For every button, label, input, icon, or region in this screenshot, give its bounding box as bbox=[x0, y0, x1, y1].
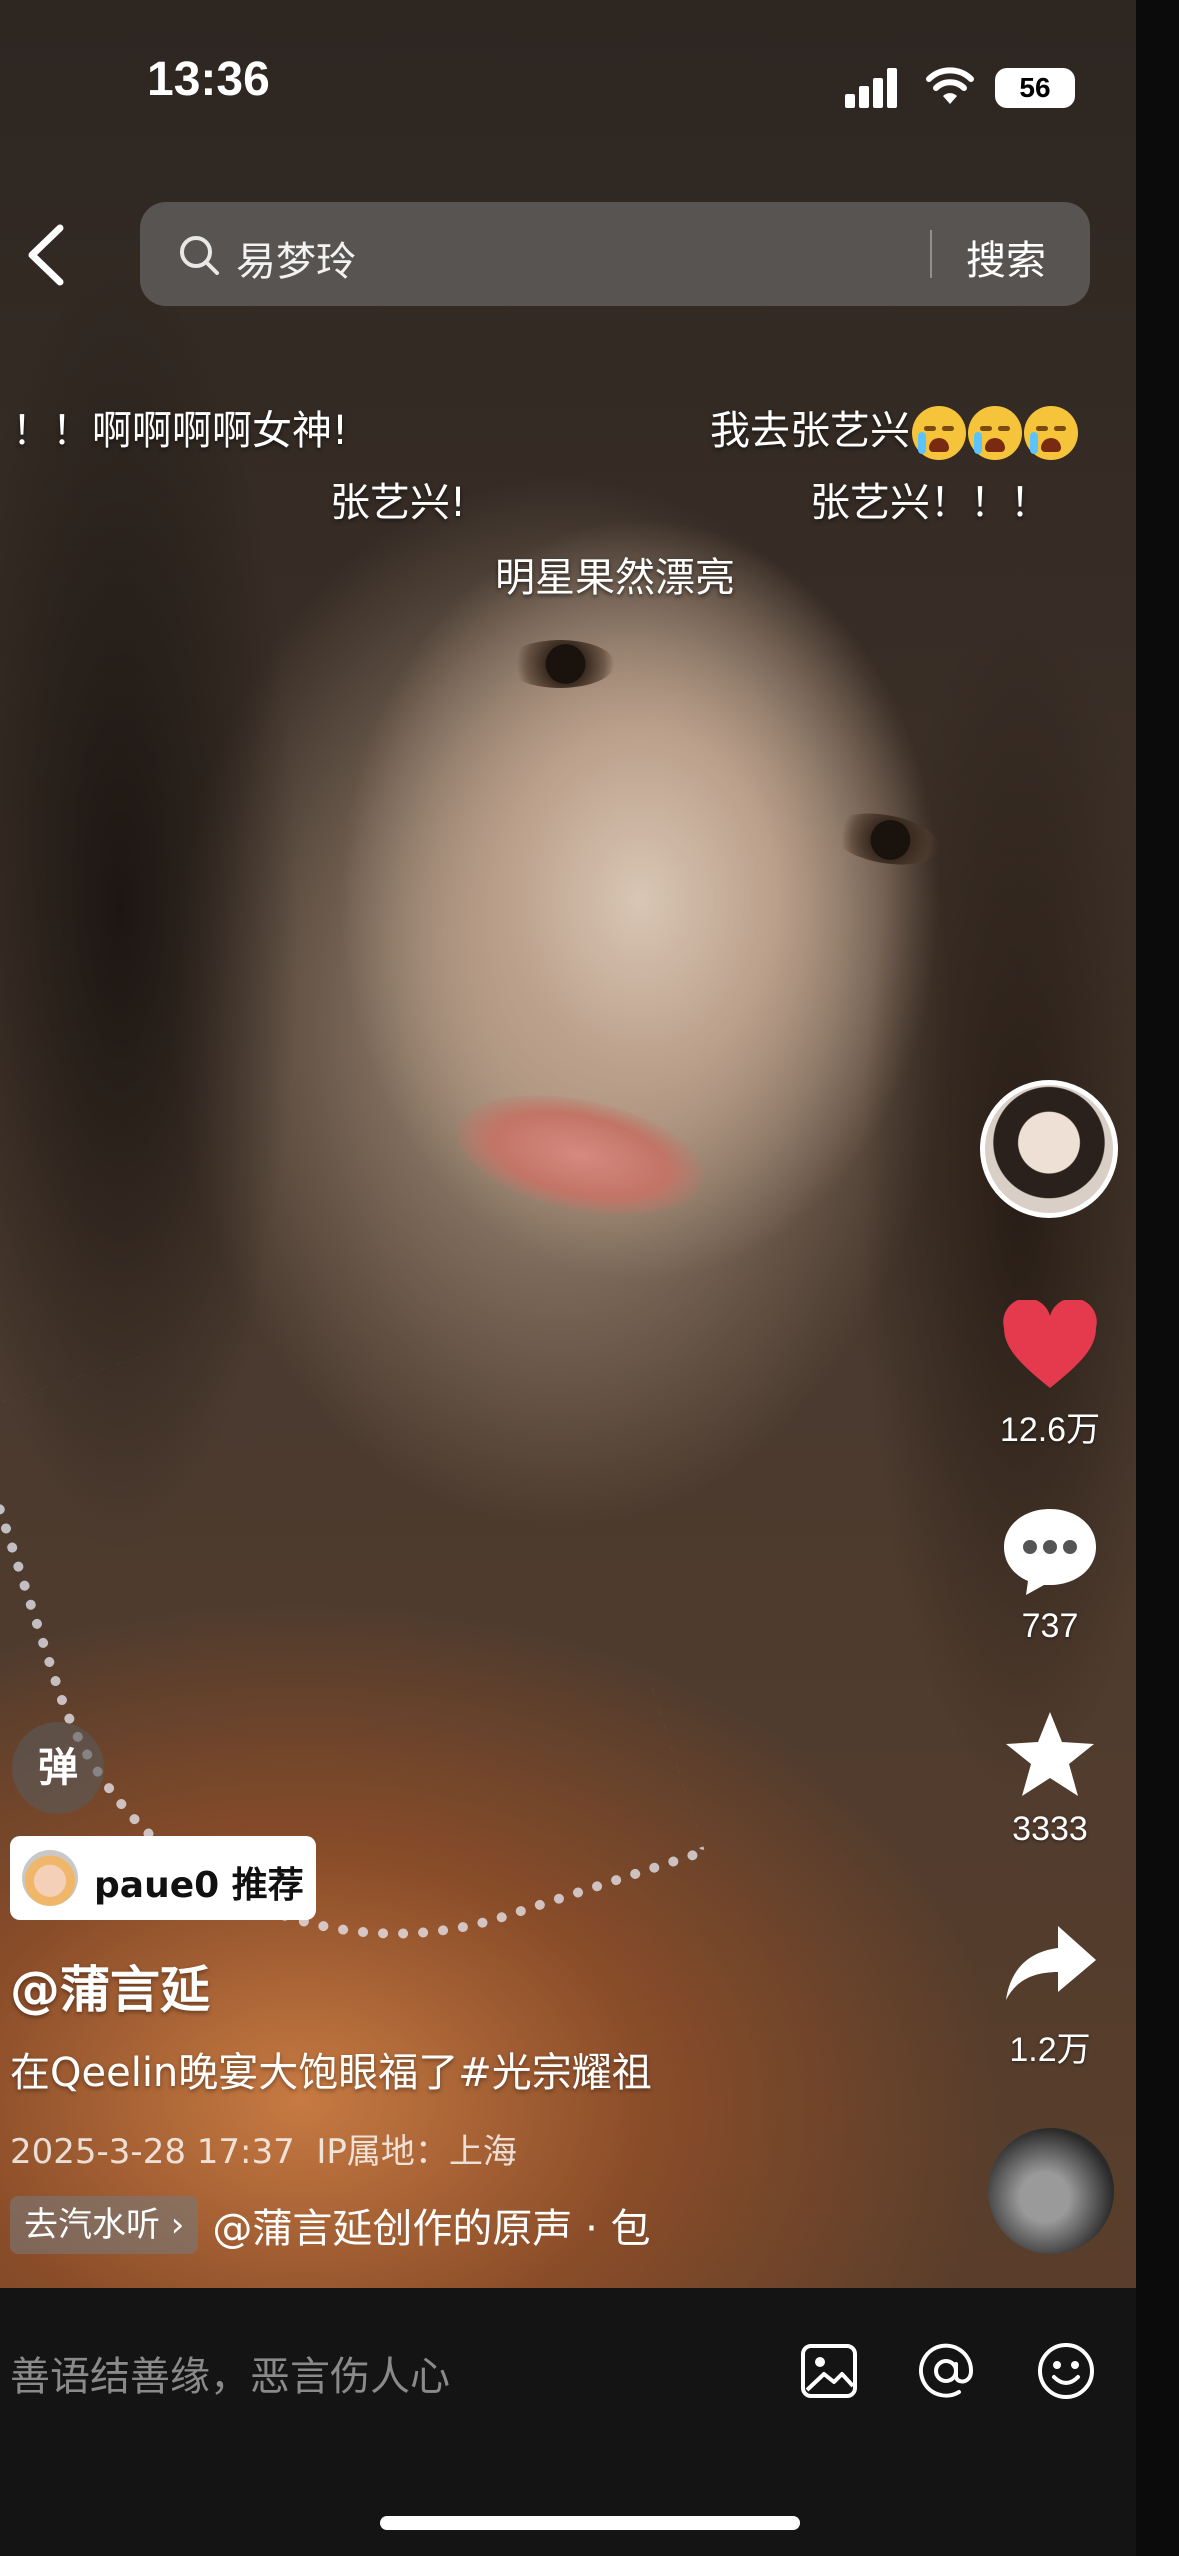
post-ip: IP属地：上海 bbox=[316, 2132, 517, 2172]
like-button[interactable]: 12.6万 bbox=[990, 1298, 1110, 1451]
crying-emoji-icon bbox=[1024, 406, 1078, 460]
wifi-icon bbox=[926, 67, 974, 104]
search-input[interactable]: 易梦玲 bbox=[236, 229, 356, 287]
music-title[interactable]: @蒲言延创作的原声 · 包 bbox=[212, 2196, 650, 2254]
status-bar: 13:36 56 bbox=[0, 52, 1136, 122]
comment-input[interactable]: 善语结善缘，恶言伤人心 bbox=[10, 2344, 450, 2402]
image-icon[interactable] bbox=[798, 2340, 860, 2402]
danmu-text: 我去张艺兴 bbox=[710, 408, 910, 454]
screen-edge bbox=[1136, 0, 1179, 2556]
creator-avatar[interactable] bbox=[980, 1080, 1118, 1218]
post-meta: 2025-3-28 17:37 IP属地：上海 bbox=[10, 2124, 517, 2173]
share-count: 1.2万 bbox=[1009, 2031, 1091, 2069]
crying-emoji-icon bbox=[968, 406, 1022, 460]
music-row[interactable]: 去汽水听 › @蒲言延创作的原声 · 包 bbox=[10, 2196, 690, 2256]
video-lips bbox=[446, 1075, 714, 1235]
star-icon bbox=[1006, 1712, 1094, 1796]
video-eye-left bbox=[505, 640, 615, 688]
share-button[interactable]: 1.2万 bbox=[990, 1920, 1110, 2071]
signal-icon bbox=[845, 68, 905, 108]
battery-icon: 56 bbox=[995, 68, 1075, 108]
danmu-comment: ！！啊啊啊啊女神! bbox=[12, 408, 349, 454]
danmu-toggle-button[interactable]: 弹 bbox=[12, 1722, 104, 1814]
home-indicator[interactable] bbox=[380, 2516, 800, 2530]
back-icon[interactable] bbox=[20, 220, 80, 290]
mention-icon[interactable] bbox=[915, 2340, 977, 2402]
recommend-label: paue0 推荐 bbox=[94, 1856, 304, 1908]
crying-emoji-icon bbox=[912, 406, 966, 460]
comment-icon bbox=[1004, 1509, 1096, 1595]
recommender-avatar bbox=[22, 1850, 78, 1906]
danmu-comment: 我去张艺兴 bbox=[710, 398, 1078, 460]
recommend-chip[interactable]: paue0 推荐 bbox=[10, 1836, 316, 1920]
comment-button[interactable]: 737 bbox=[990, 1505, 1110, 1646]
listen-chip[interactable]: 去汽水听 › bbox=[10, 2196, 199, 2254]
search-bar[interactable]: 易梦玲 搜索 bbox=[140, 202, 1090, 306]
like-count: 12.6万 bbox=[999, 1411, 1101, 1449]
comment-bar: 善语结善缘，恶言伤人心 bbox=[0, 2288, 1136, 2556]
recommender-name: paue0 bbox=[94, 1865, 220, 1906]
music-disc[interactable] bbox=[988, 2128, 1114, 2254]
author-name[interactable]: @蒲言延 bbox=[10, 1950, 210, 2022]
favorite-button[interactable]: 3333 bbox=[990, 1708, 1110, 1849]
post-caption[interactable]: 在Qeelin晚宴大饱眼福了#光宗耀祖 bbox=[10, 2040, 652, 2098]
video-player[interactable]: 13:36 56 易梦玲 搜索 ！！啊啊啊啊女神! 我去张艺兴 张艺兴! 张艺兴… bbox=[0, 0, 1136, 2288]
comment-count: 737 bbox=[1021, 1607, 1079, 1645]
favorite-count: 3333 bbox=[1012, 1810, 1088, 1848]
status-time: 13:36 bbox=[147, 53, 270, 106]
heart-icon bbox=[1003, 1298, 1097, 1388]
danmu-comment: 明星果然漂亮 bbox=[495, 555, 735, 601]
search-icon bbox=[180, 236, 219, 275]
recommend-tag: 推荐 bbox=[231, 1865, 304, 1906]
danmu-comment: 张艺兴! bbox=[330, 480, 467, 526]
search-button[interactable]: 搜索 bbox=[966, 228, 1046, 286]
emoji-icon[interactable] bbox=[1035, 2340, 1097, 2402]
search-divider bbox=[930, 230, 932, 278]
danmu-comment: 张艺兴！！！ bbox=[810, 480, 1050, 526]
post-date: 2025-3-28 17:37 bbox=[10, 2132, 295, 2172]
share-icon bbox=[1006, 1926, 1096, 2000]
